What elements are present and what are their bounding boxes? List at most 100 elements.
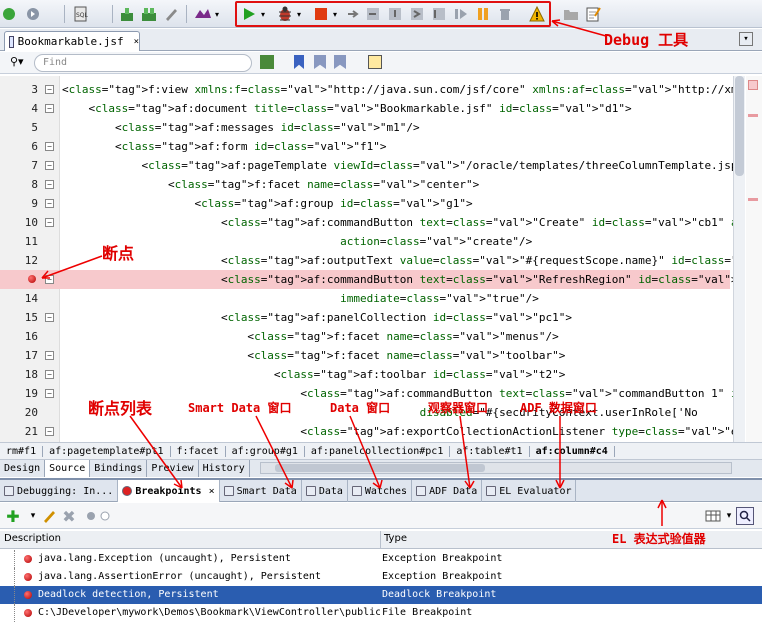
code-line[interactable]: 15− <class="tag">af:panelCollection id=c… (0, 308, 730, 327)
table-row[interactable]: C:\JDeveloper\mywork\Demos\Bookmark\View… (0, 604, 762, 622)
code-line[interactable]: 6− <class="tag">af:form id=class="val">"… (0, 137, 730, 156)
annotation-arrows (129, 415, 667, 526)
fold-icon[interactable]: − (45, 389, 54, 398)
breakpoint-icon (24, 591, 32, 599)
code-line[interactable]: 9− <class="tag">af:group id=class="val">… (0, 194, 730, 213)
rebuild-icon[interactable] (140, 5, 158, 23)
debug-tools-highlight (235, 1, 551, 27)
code-text: <class="tag">af:document title=class="va… (62, 102, 632, 115)
make-icon[interactable] (118, 5, 136, 23)
svg-text:SQL: SQL (76, 12, 89, 19)
code-text: <class="tag">af:panelCollection id=class… (62, 311, 572, 324)
tree-line (14, 550, 24, 568)
line-number: 14 (24, 292, 38, 305)
annotation-debug-tools: Debug 工具 (604, 31, 689, 49)
code-text: <class="tag">af:toolbar id=class="val">"… (62, 368, 566, 381)
line-number: 15 (24, 311, 38, 324)
annotation-breakpoint: 断点 (102, 244, 135, 263)
code-text: <class="tag">af:pageTemplate viewId=clas… (62, 159, 733, 172)
breakpoint-description: java.lang.AssertionError (uncaught), Per… (38, 571, 321, 582)
tree-line (14, 604, 24, 622)
fold-icon[interactable]: − (45, 104, 54, 113)
code-line-breakpoint[interactable]: − <class="tag">af:commandButton text=cla… (0, 270, 733, 289)
code-line[interactable]: 16 <class="tag">f:facet name=class="val"… (0, 327, 730, 346)
file-tab-label: Bookmarkable.jsf (17, 35, 124, 48)
code-line[interactable]: 8− <class="tag">f:facet name=class="val"… (0, 175, 730, 194)
tree-line (14, 586, 24, 604)
line-number: 3 (31, 83, 38, 96)
code-text: <class="tag">f:facet name=class="val">"c… (62, 178, 480, 191)
line-number: 5 (31, 121, 38, 134)
toggle-icon[interactable] (368, 55, 382, 69)
back-icon[interactable] (0, 5, 18, 23)
code-line[interactable]: 3− <class="tag">f:view xmlns:f=class="val… (0, 80, 733, 99)
fold-icon[interactable]: − (45, 313, 54, 322)
table-row[interactable]: Deadlock detection, Persistent Deadlock B… (0, 586, 762, 604)
code-text: <class="tag">af:group id=class="val">"g1… (62, 197, 473, 210)
fold-icon[interactable]: − (45, 85, 54, 94)
search-icon[interactable]: ⚲▾ (10, 55, 24, 68)
code-text: <class="tag">f:facet name=class="val">"t… (62, 349, 566, 362)
line-number: 18 (24, 368, 38, 381)
breakpoint-icon (24, 573, 32, 581)
annotation-arrow (551, 19, 607, 37)
find-options-icon[interactable] (260, 55, 274, 69)
breakpoint-description: C:\JDeveloper\mywork\Demos\Bookmark\View… (38, 607, 380, 618)
code-text: <class="tag">af:form id=class="val">"f1"… (62, 140, 387, 153)
line-number: 12 (24, 254, 38, 267)
line-number: 4 (31, 102, 38, 115)
file-tab[interactable]: Bookmarkable.jsf × (4, 31, 140, 51)
line-number: 7 (31, 159, 38, 172)
editor-scrollbar[interactable] (733, 76, 745, 442)
breakpoint-icon (24, 555, 32, 563)
table-row[interactable]: java.lang.Exception (uncaught), Persiste… (0, 550, 762, 568)
close-icon[interactable]: × (134, 37, 139, 47)
line-number: 17 (24, 349, 38, 362)
code-text: <class="tag">f:view xmlns:f=class="val">… (62, 83, 733, 96)
breakpoint-type: Exception Breakpoint (382, 553, 503, 564)
sql-icon[interactable]: SQL (72, 5, 90, 23)
tree-line (14, 568, 24, 586)
profile-icon[interactable] (194, 5, 212, 23)
fold-icon[interactable]: − (45, 161, 54, 170)
code-line[interactable]: 18− <class="tag">af:toolbar id=class="va… (0, 365, 730, 384)
marker-bar (746, 76, 762, 442)
breakpoint-icon (24, 609, 32, 617)
clean-icon[interactable] (162, 5, 180, 23)
fold-icon[interactable]: − (45, 199, 54, 208)
breakpoint-icon[interactable] (28, 275, 36, 283)
line-number: 6 (31, 140, 38, 153)
line-number: 11 (24, 235, 38, 248)
code-line[interactable]: 14 immediate=class="val">"true"/> (0, 289, 730, 308)
table-row[interactable]: java.lang.AssertionError (uncaught), Per… (0, 568, 762, 586)
code-text: <class="tag">f:facet name=class="val">"m… (62, 330, 559, 343)
line-number: 9 (31, 197, 38, 210)
code-text: <class="tag">af:messages id=class="val">… (62, 121, 420, 134)
breakpoint-type: File Breakpoint (382, 607, 473, 618)
file-icon (9, 35, 14, 48)
code-line[interactable]: 4− <class="tag">af:document title=class=… (0, 99, 730, 118)
fold-icon[interactable]: − (45, 370, 54, 379)
breakpoint-description: Deadlock detection, Persistent (38, 589, 219, 600)
code-text: immediate=class="val">"true"/> (340, 292, 539, 305)
forward-icon[interactable] (24, 5, 42, 23)
code-line[interactable]: 5 <class="tag">af:messages id=class="val… (0, 118, 730, 137)
code-line[interactable]: 7− <class="tag">af:pageTemplate viewId=c… (0, 156, 733, 175)
breakpoint-type: Deadlock Breakpoint (382, 589, 497, 600)
line-number: 8 (31, 178, 38, 191)
code-line[interactable]: 10− <class="tag">af:commandButton text=c… (0, 213, 733, 232)
fold-icon[interactable]: − (45, 351, 54, 360)
fold-icon[interactable]: − (45, 142, 54, 151)
chevron-down-icon[interactable]: ▾ (212, 5, 222, 23)
code-text: <class="tag">af:commandButton text=class… (62, 273, 733, 286)
breakpoint-type: Exception Breakpoint (382, 571, 503, 582)
breakpoint-description: java.lang.Exception (uncaught), Persiste… (38, 553, 291, 564)
fold-icon[interactable]: − (45, 218, 54, 227)
line-number: 16 (24, 330, 38, 343)
find-input[interactable]: Find (34, 54, 252, 72)
code-line[interactable]: 17− <class="tag">f:facet name=class="val… (0, 346, 730, 365)
fold-icon[interactable]: − (45, 180, 54, 189)
tab-list-icon[interactable]: ▾ (739, 32, 753, 46)
annotation-arrow (41, 255, 103, 279)
code-text: <class="tag">af:outputText value=class="… (62, 254, 733, 267)
